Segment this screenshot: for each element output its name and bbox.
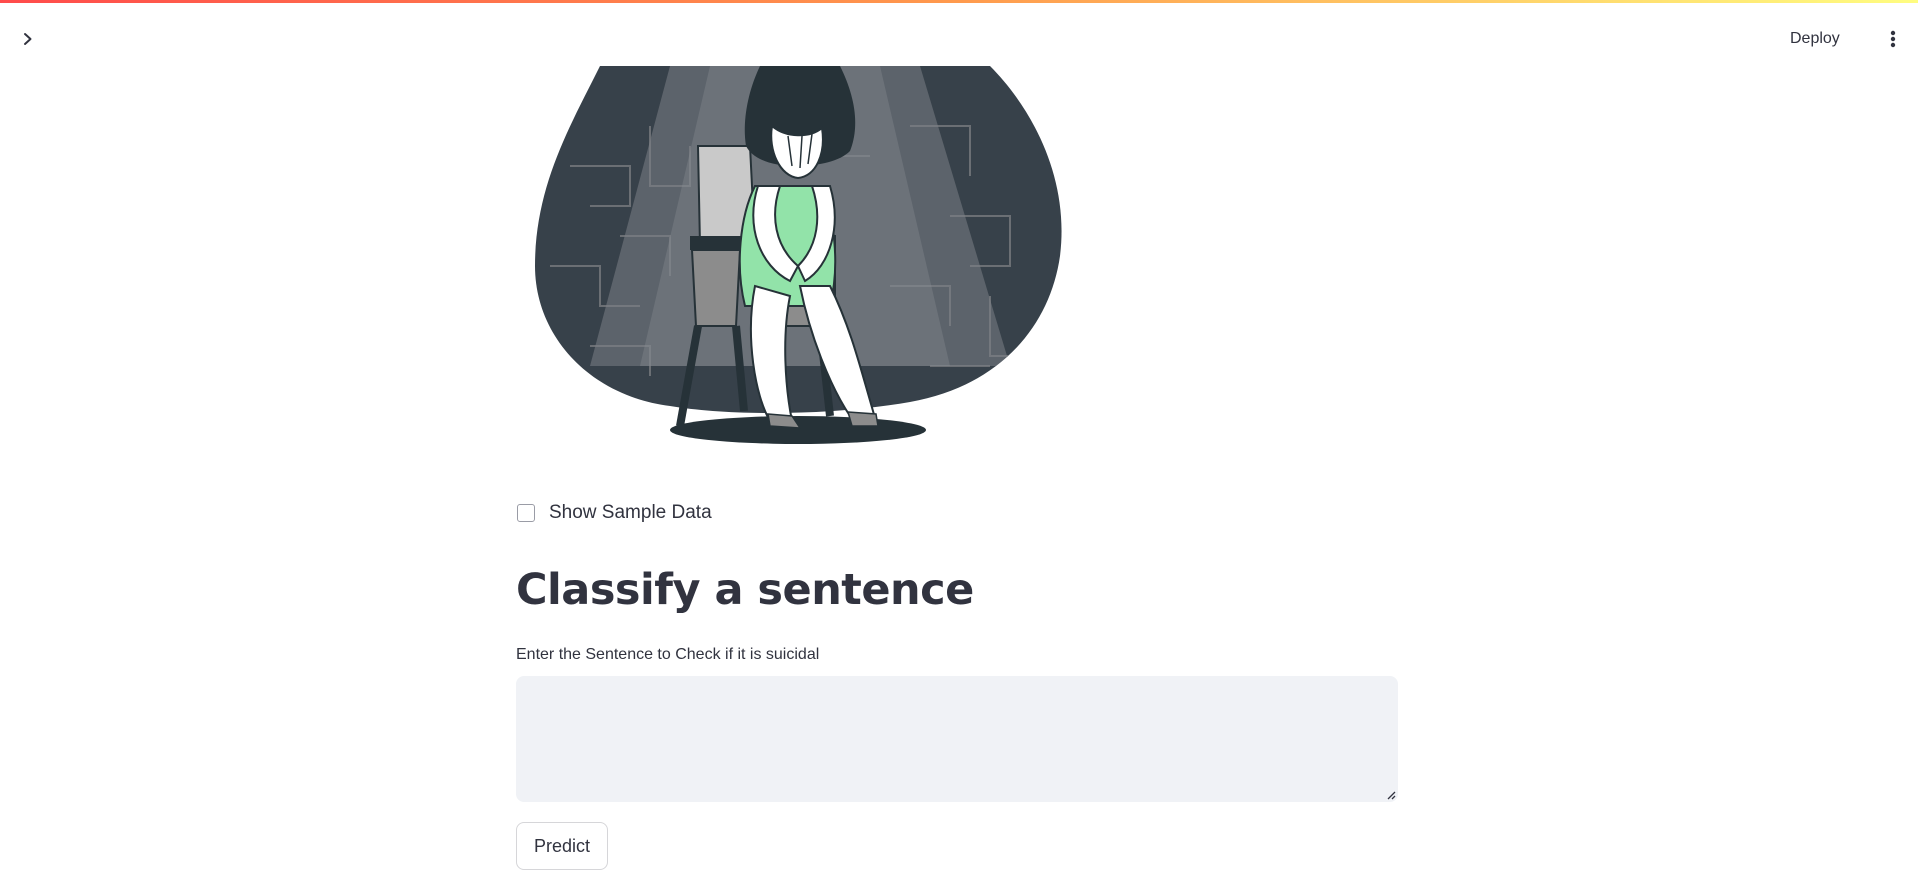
show-sample-data-checkbox[interactable]: Show Sample Data [517, 499, 712, 527]
hero-illustration [530, 66, 1070, 456]
sentence-input-label: Enter the Sentence to Check if it is sui… [516, 646, 820, 663]
checkbox-label: Show Sample Data [549, 502, 712, 523]
checkbox-box[interactable] [517, 504, 535, 522]
main-menu-button[interactable] [1882, 25, 1904, 53]
chevron-right-icon [24, 33, 32, 45]
predict-button[interactable]: Predict [516, 822, 608, 870]
page-title: Classify a sentence [516, 565, 974, 615]
deploy-button[interactable]: Deploy [1790, 27, 1840, 51]
sentence-input[interactable] [516, 676, 1398, 802]
sidebar-toggle-button[interactable] [14, 25, 42, 53]
sad-woman-illustration [535, 66, 1062, 444]
app-header: Deploy [0, 11, 1918, 65]
resize-grip-icon[interactable] [1384, 788, 1396, 800]
vertical-ellipsis-icon [1890, 30, 1896, 48]
